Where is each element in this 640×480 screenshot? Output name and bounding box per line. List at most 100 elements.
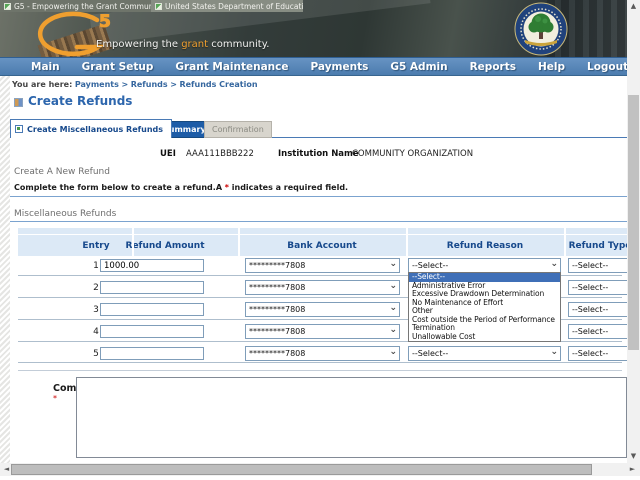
required-marker: * <box>53 394 57 403</box>
page-icon <box>4 3 11 10</box>
nav-item-help[interactable]: Help <box>527 61 576 73</box>
nav-item-payments[interactable]: Payments <box>300 61 380 73</box>
breadcrumb: You are here: Payments > Refunds > Refun… <box>12 80 258 89</box>
refund-reason-dropdown-list: --Select-- Administrative Error Excessiv… <box>408 272 561 342</box>
tab-confirmation: Confirmation <box>204 121 272 138</box>
breadcrumb-link-refunds[interactable]: Refunds <box>131 80 168 89</box>
column-header-refund-reason: Refund Reason <box>447 241 523 251</box>
table-header-band <box>18 228 640 234</box>
g5-logo-numeral: 5 <box>99 12 111 32</box>
entry-number: 1 <box>93 261 99 271</box>
vertical-scrollbar[interactable]: ▲ ▼ <box>627 0 640 463</box>
dropdown-option-cost-outside-period-of-performance[interactable]: Cost outside the Period of Performance <box>409 316 560 325</box>
tagline-accent: grant <box>181 39 208 50</box>
column-header-refund-type: Refund Type <box>569 241 632 251</box>
page-title-icon <box>14 98 23 107</box>
dropdown-option-excessive-drawdown-determination[interactable]: Excessive Drawdown Determination <box>409 290 560 299</box>
nav-item-grant-setup[interactable]: Grant Setup <box>71 61 165 73</box>
breadcrumb-label: You are here: <box>12 80 72 89</box>
institution-name-label: Institution Name <box>278 149 359 159</box>
bank-account-select-1[interactable]: *********7808⌄ <box>245 258 400 273</box>
g5-logo-icon <box>30 11 104 57</box>
page-title: Create Refunds <box>28 94 132 108</box>
nav-item-main[interactable]: Main <box>20 61 71 73</box>
chevron-down-icon: ⌄ <box>550 259 558 269</box>
comments-textarea[interactable] <box>76 377 627 458</box>
vertical-scrollbar-thumb[interactable] <box>628 95 639 350</box>
select-value: *********7808 <box>249 349 305 358</box>
select-value: --Select-- <box>572 283 608 292</box>
refund-reason-select-1[interactable]: --Select-- ⌄ <box>408 258 561 273</box>
bank-account-select-5[interactable]: *********7808 ⌄ <box>245 346 400 361</box>
instruction-text: indicates a required field. <box>229 183 348 192</box>
column-separator <box>132 228 134 256</box>
dropdown-option-administrative-error[interactable]: Administrative Error <box>409 282 560 291</box>
select-value: --Select-- <box>572 261 608 270</box>
window-tab-ed[interactable]: United States Department of Education <box>151 0 303 12</box>
column-separator <box>564 228 566 256</box>
dropdown-option-other[interactable]: Other <box>409 307 560 316</box>
window-tab-title: United States Department of Education <box>165 2 303 11</box>
breadcrumb-separator: > <box>170 80 177 89</box>
breadcrumb-separator: > <box>121 80 128 89</box>
column-separator <box>406 228 408 256</box>
page-margin-decoration <box>0 76 10 463</box>
tab-label: Create Miscellaneous Refunds <box>27 125 163 134</box>
tagline-text: Empowering the <box>96 39 181 50</box>
horizontal-scrollbar-thumb[interactable] <box>11 464 592 475</box>
refund-amount-input-1[interactable] <box>100 259 204 272</box>
select-value: --Select-- <box>572 327 608 336</box>
select-value: --Select-- <box>412 349 448 358</box>
uei-value: AAA111BBB222 <box>186 149 254 159</box>
scroll-right-icon[interactable]: ► <box>626 463 639 476</box>
column-header-entry: Entry <box>82 241 109 251</box>
dropdown-option-select[interactable]: --Select-- <box>409 273 560 282</box>
tab-icon <box>15 125 23 133</box>
chevron-down-icon: ⌄ <box>389 347 397 357</box>
refund-amount-input-5[interactable] <box>100 347 204 360</box>
divider <box>10 196 628 197</box>
column-separator <box>238 228 240 256</box>
nav-item-reports[interactable]: Reports <box>459 61 527 73</box>
tab-create-miscellaneous-refunds[interactable]: Create Miscellaneous Refunds <box>10 119 172 138</box>
breadcrumb-link-refunds-creation[interactable]: Refunds Creation <box>179 80 257 89</box>
scroll-down-icon[interactable]: ▼ <box>627 450 640 463</box>
select-value: *********7808 <box>249 305 305 314</box>
dropdown-option-unallowable-cost[interactable]: Unallowable Cost <box>409 333 560 342</box>
uei-label: UEI <box>160 149 176 159</box>
chevron-down-icon: ⌄ <box>389 281 397 291</box>
create-new-refund-heading: Create A New Refund <box>14 167 110 177</box>
bank-account-select-4[interactable]: *********7808⌄ <box>245 324 400 339</box>
select-value: --Select-- <box>572 349 608 358</box>
entry-number: 3 <box>93 305 99 315</box>
bank-account-select-2[interactable]: *********7808⌄ <box>245 280 400 295</box>
main-nav-bar: Main Grant Setup Grant Maintenance Payme… <box>0 57 627 76</box>
select-value: --Select-- <box>572 305 608 314</box>
form-instruction: Complete the form below to create a refu… <box>14 183 348 192</box>
horizontal-scrollbar[interactable]: ◄ ► <box>0 463 640 476</box>
column-header-bank-account: Bank Account <box>287 241 356 251</box>
refund-amount-input-4[interactable] <box>100 325 204 338</box>
refund-reason-select-5[interactable]: --Select-- ⌄ <box>408 346 561 361</box>
dropdown-option-termination[interactable]: Termination <box>409 324 560 333</box>
select-value: --Select-- <box>412 261 448 270</box>
miscellaneous-refunds-heading: Miscellaneous Refunds <box>14 209 116 219</box>
chevron-down-icon: ⌄ <box>389 325 397 335</box>
row-divider <box>18 362 622 363</box>
refund-amount-input-2[interactable] <box>100 281 204 294</box>
bank-account-select-3[interactable]: *********7808⌄ <box>245 302 400 317</box>
nav-item-g5-admin[interactable]: G5 Admin <box>379 61 458 73</box>
nav-item-grant-maintenance[interactable]: Grant Maintenance <box>164 61 299 73</box>
dropdown-option-no-maintenance-of-effort[interactable]: No Maintenance of Effort <box>409 299 560 308</box>
window-tab-title: G5 - Empowering the Grant Community <box>14 2 151 11</box>
breadcrumb-link-payments[interactable]: Payments <box>75 80 119 89</box>
entry-number: 2 <box>93 283 99 293</box>
refund-amount-input-3[interactable] <box>100 303 204 316</box>
instruction-text: Complete the form below to create a refu… <box>14 183 225 192</box>
banner-tagline: Empowering the grant community. <box>96 39 269 50</box>
chevron-down-icon: ⌄ <box>550 347 558 357</box>
chevron-down-icon: ⌄ <box>389 259 397 269</box>
scroll-up-icon[interactable]: ▲ <box>627 0 640 13</box>
entry-number: 4 <box>93 327 99 337</box>
us-department-of-education-seal-icon <box>505 2 577 57</box>
